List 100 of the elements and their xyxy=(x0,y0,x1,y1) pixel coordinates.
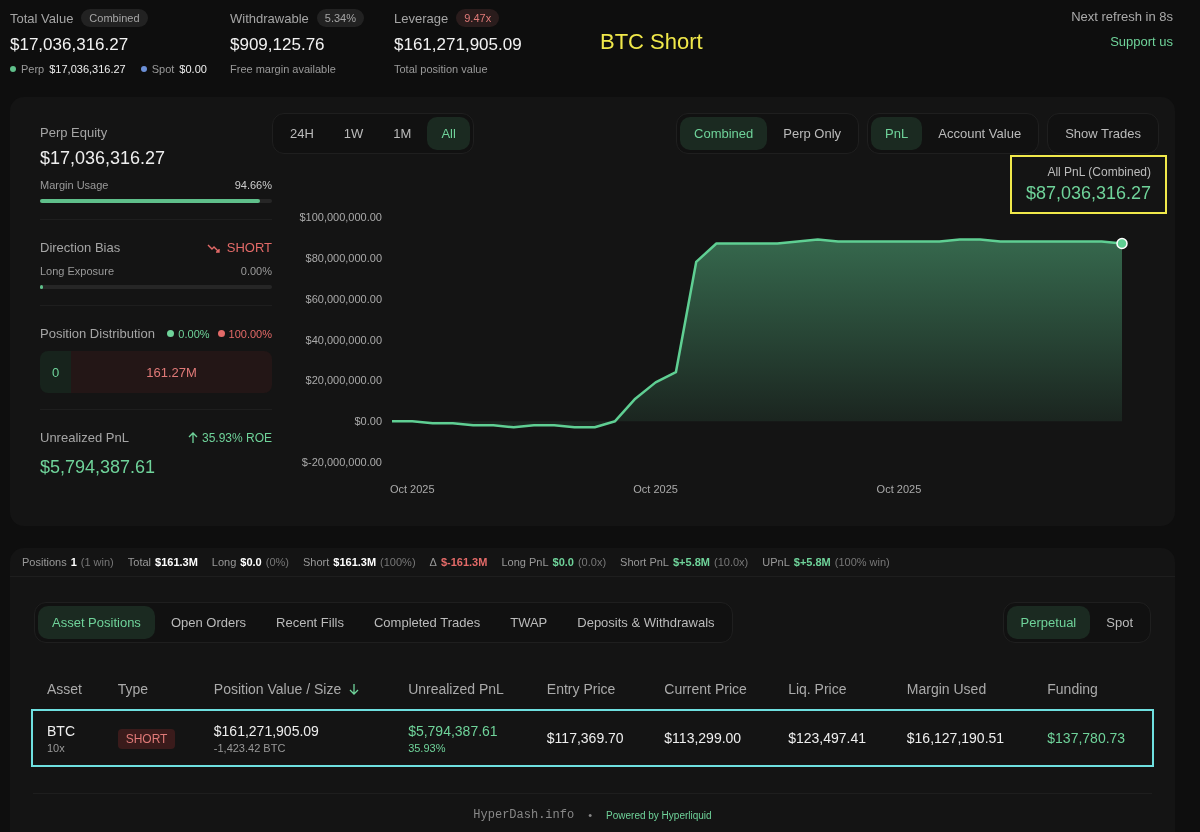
axis-label: $60,000,000.00 xyxy=(305,292,382,305)
tab[interactable]: Account Value xyxy=(924,117,1036,150)
section-label: Perp Equity xyxy=(40,125,109,140)
long-dot xyxy=(167,330,175,337)
stat-badge: 9.47x xyxy=(456,9,500,27)
axis-label: Oct 2025 xyxy=(876,483,922,495)
support-link[interactable]: Support us xyxy=(1110,34,1173,49)
tab[interactable]: Completed Trades xyxy=(359,606,495,639)
column-header[interactable]: Current Price xyxy=(664,681,747,697)
column-header[interactable]: Asset xyxy=(47,681,82,697)
table-cell: $16,127,190.51 xyxy=(906,730,1005,746)
short-segment: 161.27M xyxy=(71,351,272,393)
table-cell: $123,497.41 xyxy=(788,730,866,746)
stat-note: (1 win) xyxy=(80,556,114,568)
stat-label: Total xyxy=(127,556,152,568)
unrealized-pnl: $5,794,387.61 xyxy=(408,722,499,739)
stat-value: $161.3M xyxy=(155,556,198,568)
axis-label: $40,000,000.00 xyxy=(305,333,382,346)
stat-label: Short xyxy=(303,556,330,568)
equity-value: $17,036,316.27 xyxy=(40,148,167,169)
leverage-label: 10x xyxy=(47,741,66,754)
breakdown-value: $17,036,316.27 xyxy=(49,63,126,75)
table-cell: $113,299.00 xyxy=(664,730,742,746)
axis-label: $20,000,000.00 xyxy=(305,374,382,387)
position-type-tag: SHORT xyxy=(117,729,176,749)
arrow-up-icon xyxy=(187,431,198,444)
meter-label: Long Exposure xyxy=(40,265,114,277)
sort-arrow-icon[interactable] xyxy=(349,683,360,695)
tab[interactable]: Perpetual xyxy=(1006,606,1091,639)
tab[interactable]: Asset Positions xyxy=(38,606,155,639)
column-header[interactable]: Position Value / Size xyxy=(213,681,342,697)
stat-caption: Total position value xyxy=(394,63,489,75)
stat-value: $0.0 xyxy=(552,556,574,568)
stat-label: Long xyxy=(211,556,237,568)
axis-label: $0.00 xyxy=(354,415,382,428)
tab[interactable]: 24H xyxy=(276,117,328,150)
short-dot xyxy=(217,330,225,337)
stat-value: $+5.8M xyxy=(793,556,831,568)
section-label: Unrealized PnL xyxy=(40,430,129,445)
stat-label: Δ xyxy=(429,556,437,568)
column-header[interactable]: Entry Price xyxy=(546,681,616,697)
column-header[interactable]: Liq. Price xyxy=(788,681,847,697)
refresh-timer: Next refresh in 8s xyxy=(1071,9,1173,24)
table-cell: $137,780.73 xyxy=(1047,730,1126,746)
stat-value: $909,125.76 xyxy=(230,35,326,55)
tab[interactable]: TWAP xyxy=(496,606,562,639)
stat-badge: Combined xyxy=(81,9,148,27)
tab[interactable]: 1W xyxy=(329,117,378,150)
stat-value: $-161.3M xyxy=(440,556,488,568)
tab[interactable]: Open Orders xyxy=(156,606,261,639)
position-value: $161,271,905.09 xyxy=(213,722,320,739)
stat-note: (100%) xyxy=(380,556,416,568)
asset-name: BTC xyxy=(47,722,76,739)
pnl-percent: 35.93% xyxy=(408,741,447,754)
tab[interactable]: Perp Only xyxy=(769,117,856,150)
section-label: Direction Bias xyxy=(40,240,121,255)
stat-label: Short PnL xyxy=(620,556,669,568)
meter-reading: 0.00% xyxy=(240,265,272,277)
position-size: -1,423.42 BTC xyxy=(213,741,287,754)
stat-label: Withdrawable xyxy=(230,10,309,26)
site-name: HyperDash.info xyxy=(473,808,575,822)
unrealized-pnl-value: $5,794,387.61 xyxy=(40,457,157,478)
meter-reading: 94.66% xyxy=(234,179,272,191)
column-header[interactable]: Funding xyxy=(1047,681,1098,697)
column-header[interactable]: Unrealized PnL xyxy=(408,681,504,697)
tab[interactable]: Deposits & Withdrawals xyxy=(563,606,729,639)
summary-value: $87,036,316.27 xyxy=(1025,183,1151,204)
tab[interactable]: All xyxy=(427,117,470,150)
endpoint-marker xyxy=(1116,237,1128,250)
stat-badge: 5.34% xyxy=(316,9,364,27)
powered-by-text: Powered by Hyperliquid xyxy=(606,809,712,821)
stat-note: (10.0x) xyxy=(714,556,749,568)
tab[interactable]: Recent Fills xyxy=(262,606,358,639)
tab[interactable]: Spot xyxy=(1092,606,1147,639)
separator-dot: • xyxy=(588,809,593,821)
stat-label: Long PnL xyxy=(501,556,549,568)
tab[interactable]: Combined xyxy=(680,117,768,150)
stat-value: $0.0 xyxy=(240,556,262,568)
axis-label: $-20,000,000.00 xyxy=(301,456,382,468)
summary-label: All PnL (Combined) xyxy=(1046,165,1151,179)
show-trades-button[interactable]: Show Trades xyxy=(1051,117,1155,150)
stat-label: UPnL xyxy=(762,556,790,568)
stat-label: Leverage xyxy=(394,10,449,26)
meter-label: Margin Usage xyxy=(40,179,109,191)
long-percent: 0.00% xyxy=(178,327,210,340)
axis-label: Oct 2025 xyxy=(633,483,678,495)
stat-value: 1 xyxy=(70,556,77,568)
table-cell: $117,369.70 xyxy=(546,730,624,746)
stat-caption: Free margin available xyxy=(230,63,337,75)
column-header[interactable]: Margin Used xyxy=(906,681,987,697)
short-percent: 100.00% xyxy=(228,327,272,340)
section-label: Position Distribution xyxy=(40,326,155,341)
tab[interactable]: 1M xyxy=(379,117,426,150)
stat-note: (0%) xyxy=(265,556,289,568)
stat-value: $161,271,905.09 xyxy=(394,35,523,55)
tab[interactable]: PnL xyxy=(871,117,923,150)
breakdown-label: Perp xyxy=(21,63,45,75)
trend-down-icon xyxy=(206,242,221,253)
column-header[interactable]: Type xyxy=(117,681,148,697)
stat-value: $+5.8M xyxy=(673,556,710,568)
